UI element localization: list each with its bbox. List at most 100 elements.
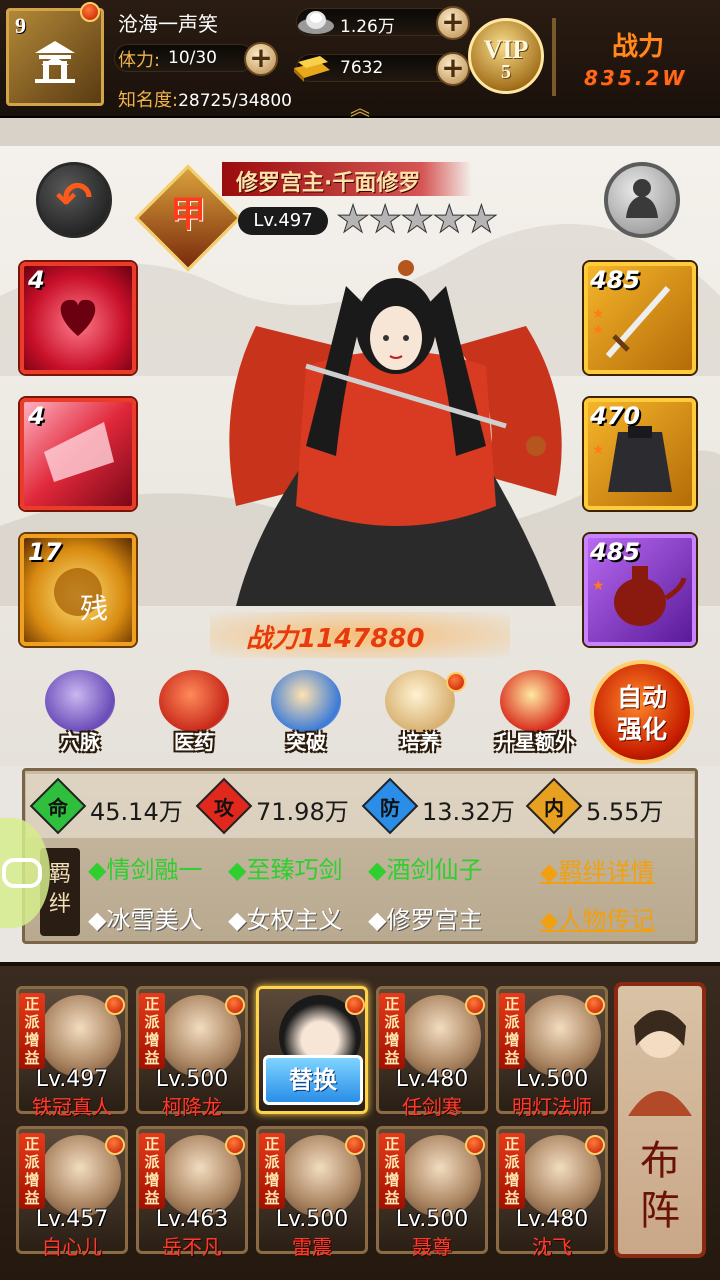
equip-level: 470 (590, 402, 641, 430)
meridian-label: 穴脉 (60, 730, 100, 754)
bond-item-2: ◆至臻巧剑 (228, 856, 343, 884)
skill-card-1[interactable]: 4 (20, 262, 136, 374)
bond-item-4: ◆冰雪美人 (88, 906, 203, 934)
total-power-label: 战力 (612, 32, 665, 62)
inner-power-badge-label: 内 (544, 796, 564, 820)
roster-slot[interactable]: 正派增益 Lv.500 柯降龙 (136, 986, 248, 1119)
faction-buff-tag: 正派增益 (139, 993, 165, 1069)
skill-level: 4 (28, 266, 45, 294)
player-name: 沧海一声笑 (118, 12, 218, 36)
breakthrough-button[interactable]: 突破 (256, 670, 356, 760)
roster-slot-selected[interactable]: 替换 (256, 986, 368, 1114)
add-gold-button[interactable]: + (436, 52, 470, 86)
silver-ingot-icon (298, 11, 334, 34)
hero-star-rating: ★★★★★ (335, 197, 499, 242)
hero-slot-level: Lv.500 (395, 1207, 469, 1232)
vip-level: 5 (501, 61, 511, 83)
fame-value: 28725/34800 (178, 91, 292, 111)
hero-slot-name: 任剑寒 (402, 1095, 462, 1119)
roster-slot[interactable]: 正派增益 Lv.497 铁冠真人 (16, 986, 128, 1119)
defense-badge-label: 防 (380, 796, 400, 820)
hero-slot-level: Lv.480 (515, 1207, 589, 1232)
equip-slot-accessory[interactable]: 485 ★ (584, 534, 696, 646)
bond-details-link[interactable]: ◆羁绊详情 (540, 852, 654, 887)
notification-dot (465, 1135, 485, 1155)
hero-slot-name: 聂尊 (412, 1235, 452, 1259)
gamepad-floating-button[interactable] (0, 818, 50, 928)
hero-grade: 甲 (169, 194, 206, 234)
equip-slot-weapon[interactable]: 485 ★ ★ (584, 262, 696, 374)
gamepad-icon (2, 858, 42, 888)
notification-dot (345, 995, 365, 1015)
faction-buff-tag: 正派增益 (139, 1133, 165, 1209)
bond-item-5: ◆女权主义 (228, 906, 343, 934)
attack-value: 71.98万 (256, 798, 349, 826)
collapse-chevron-icon[interactable]: ︽ (350, 92, 370, 121)
hero-title: 修罗宫主·千面修罗 (236, 171, 421, 196)
star-up-button[interactable]: 升星额外 (480, 670, 590, 760)
biography-link[interactable]: ◆人物传记 (540, 900, 654, 935)
vip-badge[interactable]: VIP 5 (468, 18, 544, 94)
back-button[interactable]: ↶ (36, 162, 112, 238)
faction-buff-tag: 正派增益 (379, 993, 405, 1069)
notification-dot (225, 1135, 245, 1155)
medicine-label: 医药 (174, 730, 214, 754)
formation-portrait-icon (628, 1010, 692, 1116)
notification-dot (80, 2, 100, 22)
formation-label: 布阵 (640, 1138, 680, 1234)
skill-level: 4 (28, 402, 45, 430)
skill-card-2[interactable]: 4 (20, 398, 136, 510)
notification-dot (585, 1135, 605, 1155)
divider (552, 18, 556, 96)
cultivate-button[interactable]: 培养 (370, 670, 470, 760)
hp-value: 45.14万 (90, 798, 183, 826)
meridian-icon (45, 670, 115, 732)
auto-enhance-line1: 自动 (616, 683, 667, 712)
medicine-button[interactable]: 医药 (144, 670, 244, 760)
statue-button[interactable] (604, 162, 680, 238)
hero-slot-level: Lv.497 (35, 1067, 109, 1092)
hp-badge-label: 命 (48, 796, 68, 820)
player-avatar[interactable]: 9 (6, 8, 104, 106)
inner-power-value: 5.55万 (586, 798, 664, 826)
bond-item-6: ◆修罗宫主 (368, 906, 483, 934)
roster-slot[interactable]: 正派增益 Lv.480 任剑寒 (376, 986, 488, 1119)
hero-character-portrait[interactable] (196, 246, 592, 616)
notification-dot (585, 995, 605, 1015)
hero-combat-power: 战力1147880 (246, 624, 425, 654)
hero-slot-level: Lv.500 (275, 1207, 349, 1232)
notification-dot (345, 1135, 365, 1155)
star-icon: ★ (464, 197, 499, 242)
hero-slot-name: 铁冠真人 (32, 1095, 112, 1119)
roster-slot[interactable]: 正派增益 Lv.500 明灯法师 (496, 986, 608, 1119)
equip-level: 485 (590, 266, 641, 294)
add-silver-button[interactable]: + (436, 6, 470, 40)
sub-bar (0, 118, 720, 146)
star-up-icon (500, 670, 570, 732)
roster-slot[interactable]: 正派增益 Lv.500 聂尊 (376, 1126, 488, 1259)
hero-slot-level: Lv.500 (515, 1067, 589, 1092)
hero-slot-name: 岳不凡 (162, 1235, 222, 1259)
meridian-button[interactable]: 穴脉 (30, 670, 130, 760)
palace-icon (35, 41, 75, 83)
star-up-label: 升星额外 (495, 730, 575, 754)
auto-enhance-button[interactable]: 自动 强化 (590, 660, 694, 764)
roster-slot[interactable]: 正派增益 Lv.480 沈飞 (496, 1126, 608, 1259)
roster-slot[interactable]: 正派增益 Lv.500 雷震 (256, 1126, 368, 1259)
total-power-value: 835.2W (584, 66, 688, 90)
roster-slot[interactable]: 正派增益 Lv.457 白心儿 (16, 1126, 128, 1259)
bond-item-3: ◆酒剑仙子 (368, 856, 483, 884)
add-stamina-button[interactable]: + (244, 42, 278, 76)
swap-button[interactable]: 替换 (263, 1055, 363, 1105)
svg-text:残: 残 (80, 592, 108, 625)
notification-dot (105, 1135, 125, 1155)
breakthrough-icon (271, 670, 341, 732)
equip-slot-armor[interactable]: 470 ★ (584, 398, 696, 510)
star-icon: ★ (592, 306, 605, 322)
medicine-icon (159, 670, 229, 732)
skill-card-3[interactable]: 17 残 (20, 534, 136, 646)
fame-label: 知名度: (118, 90, 179, 111)
player-level: 9 (15, 13, 26, 38)
roster-slot[interactable]: 正派增益 Lv.463 岳不凡 (136, 1126, 248, 1259)
star-icon: ★ (335, 197, 370, 242)
